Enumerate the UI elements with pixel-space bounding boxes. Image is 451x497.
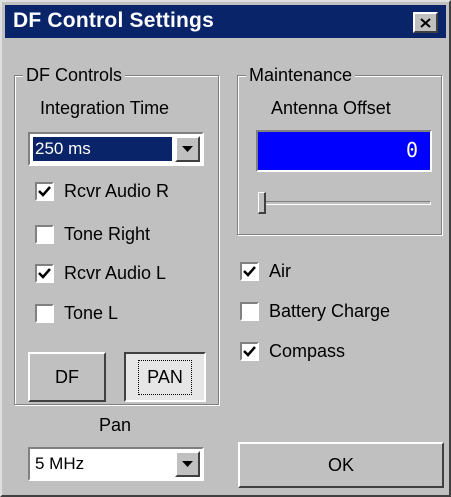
checkbox-label: Air: [269, 260, 291, 281]
antenna-offset-slider-thumb[interactable]: [258, 192, 266, 214]
checkbox-box[interactable]: [35, 303, 54, 323]
df-controls-label: DF Controls: [23, 65, 126, 85]
checkbox-compass[interactable]: Compass: [240, 338, 345, 364]
checkbox-label: Battery Charge: [269, 300, 391, 321]
antenna-offset-slider-track[interactable]: [258, 201, 431, 205]
checkbox-rcvr-audio-l[interactable]: Rcvr Audio L: [35, 260, 166, 286]
integration-dropdown-button[interactable]: [175, 136, 200, 162]
antenna-offset-display[interactable]: 0: [256, 130, 432, 172]
checkbox-label: Tone Right: [64, 223, 151, 244]
checkbox-box[interactable]: [35, 181, 54, 201]
ok-button[interactable]: OK: [238, 442, 444, 488]
chevron-down-icon: [182, 145, 193, 152]
checkbox-label: Tone L: [64, 302, 119, 323]
checkbox-label: Rcvr Audio L: [64, 262, 167, 283]
chevron-down-icon: [182, 460, 193, 467]
check-icon: [243, 265, 256, 277]
ok-button-label: OK: [327, 454, 354, 475]
checkbox-air[interactable]: Air: [240, 258, 291, 284]
checkbox-battery-charge[interactable]: Battery Charge: [240, 298, 390, 324]
window-title: DF Control Settings: [13, 9, 214, 32]
checkbox-label: Compass: [269, 340, 346, 361]
pan-button[interactable]: PAN: [124, 352, 206, 402]
pan-select[interactable]: 5 MHz: [28, 447, 204, 481]
df-button-label: DF: [55, 366, 79, 387]
integration-time-label: Integration Time: [40, 98, 170, 118]
maintenance-label: Maintenance: [246, 65, 356, 85]
check-icon: [243, 345, 256, 357]
checkbox-rcvr-audio-r[interactable]: Rcvr Audio R: [35, 178, 169, 204]
check-icon: [38, 267, 51, 279]
checkbox-label: Rcvr Audio R: [64, 180, 170, 201]
pan-dropdown-button[interactable]: [175, 451, 200, 477]
checkbox-box[interactable]: [240, 341, 259, 361]
dialog-window: DF Control Settings DF Controls Integrat…: [0, 0, 451, 497]
close-button[interactable]: [413, 12, 438, 33]
df-button[interactable]: DF: [28, 352, 106, 402]
check-icon: [38, 185, 51, 197]
checkbox-tone-right[interactable]: Tone Right: [35, 221, 150, 247]
checkbox-tone-l[interactable]: Tone L: [35, 300, 118, 326]
integration-time-value: 250 ms: [32, 136, 173, 162]
title-bar[interactable]: DF Control Settings: [5, 5, 446, 38]
pan-value: 5 MHz: [35, 454, 85, 473]
pan-button-label: PAN: [138, 359, 192, 395]
integration-time-select[interactable]: 250 ms: [28, 132, 204, 166]
checkbox-box[interactable]: [35, 224, 54, 244]
pan-label: Pan: [99, 415, 132, 435]
antenna-offset-label: Antenna Offset: [271, 98, 391, 118]
checkbox-box[interactable]: [35, 263, 54, 283]
checkbox-box[interactable]: [240, 261, 259, 281]
checkbox-box[interactable]: [240, 301, 259, 321]
close-icon: [420, 17, 431, 28]
